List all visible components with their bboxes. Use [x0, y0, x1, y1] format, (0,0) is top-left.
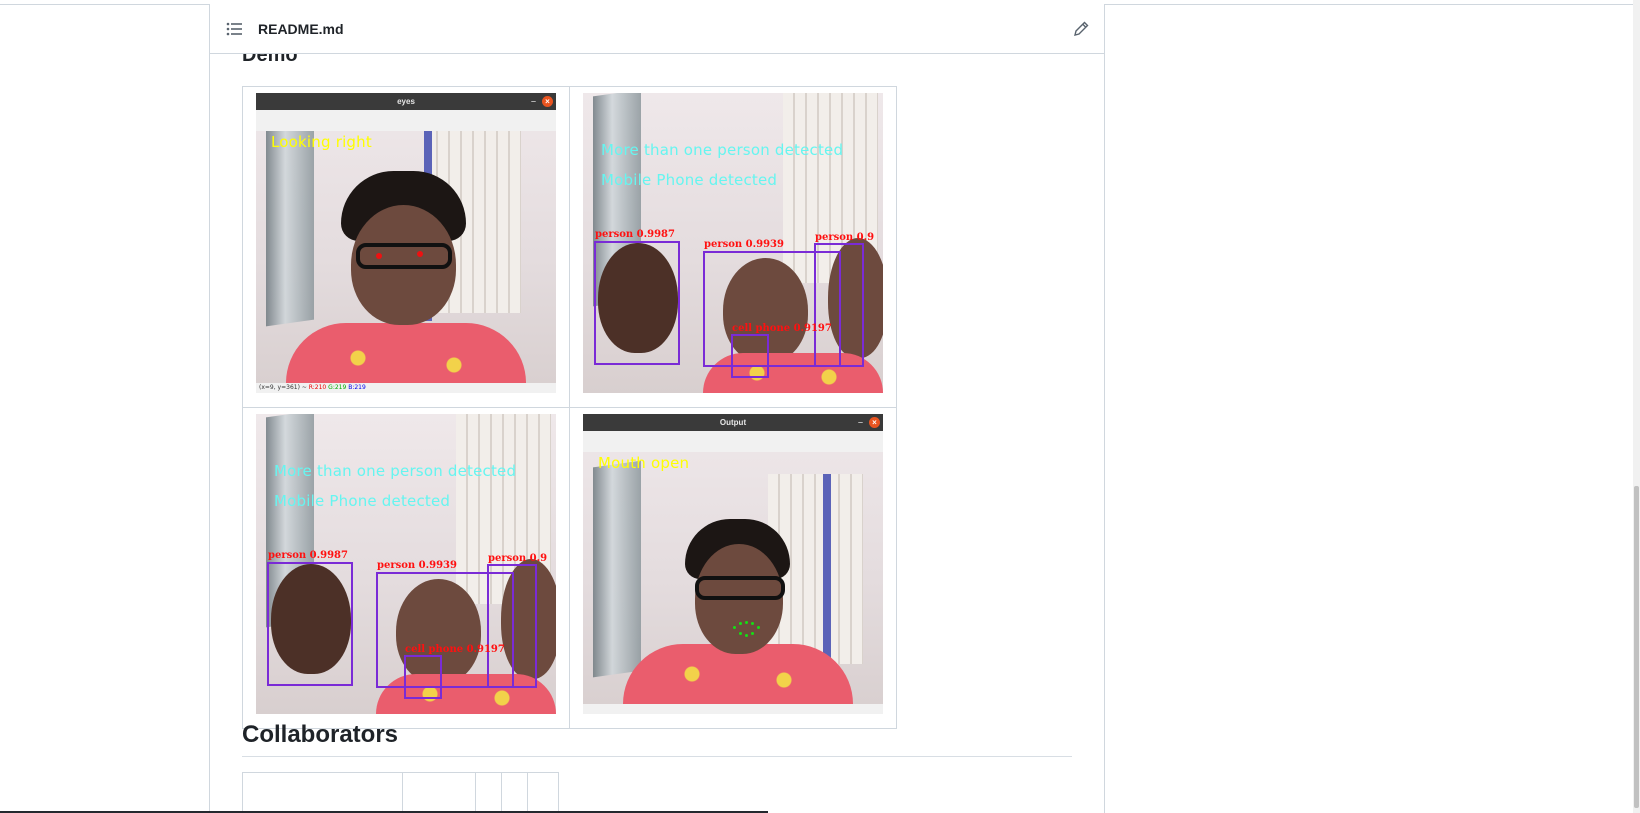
close-icon: ×	[542, 96, 553, 107]
demo-image-table: eyes – × Looking right (x=9, y=361) ~ R:…	[242, 86, 897, 729]
readme-header: README.md	[210, 4, 1104, 54]
demo-image-eyes[interactable]: eyes – × Looking right (x=9, y=361) ~ R:…	[256, 93, 556, 393]
eye-marker	[417, 251, 423, 257]
collaborators-heading: Collaborators	[242, 721, 399, 748]
detection-box	[731, 334, 769, 378]
detection-label: person 0.9939	[704, 239, 784, 250]
lip-landmark	[733, 626, 736, 629]
window-toolbar	[256, 110, 556, 131]
overlay-text: More than one person detected	[601, 141, 844, 159]
demo-image-detection-1[interactable]: More than one person detected Mobile Pho…	[583, 93, 883, 393]
pencil-icon[interactable]	[1072, 20, 1090, 38]
scrollbar-thumb[interactable]	[1634, 486, 1639, 808]
readme-panel: README.md Demo eyes – × Looking right (x…	[209, 4, 1105, 813]
demo-cell: eyes – × Looking right (x=9, y=361) ~ R:…	[242, 86, 570, 408]
demo-image-output[interactable]: Output – × Mouth open	[583, 414, 883, 714]
page-scrollbar[interactable]	[1633, 0, 1640, 813]
window-titlebar: Output – ×	[583, 414, 883, 431]
list-icon[interactable]	[226, 22, 244, 36]
window-title: Output	[719, 418, 747, 427]
lip-landmark	[739, 622, 742, 625]
overlay-text: Mobile Phone detected	[601, 171, 778, 189]
demo-cell: Output – × Mouth open	[569, 407, 897, 729]
window-statusbar: (x=9, y=361) ~ R:210 G:219 B:219	[256, 383, 556, 393]
detection-box	[594, 241, 680, 365]
overlay-text: More than one person detected	[274, 462, 517, 480]
detection-label: person 0.9	[488, 553, 548, 564]
eye-marker	[376, 253, 382, 259]
detection-box	[404, 655, 442, 699]
lip-landmark	[751, 622, 754, 625]
readme-filename: README.md	[258, 21, 344, 37]
window-toolbar	[583, 431, 883, 452]
detection-label: cell phone 0.9197	[405, 644, 505, 655]
detection-label: cell phone 0.9197	[732, 323, 832, 334]
window-titlebar: eyes – ×	[256, 93, 556, 110]
minimize-icon: –	[530, 96, 536, 106]
window-title: eyes	[397, 97, 415, 106]
glasses	[356, 243, 452, 269]
close-icon: ×	[869, 417, 880, 428]
overlay-text: Mouth open	[598, 454, 690, 472]
detection-label: person 0.9	[815, 232, 875, 243]
detection-label: person 0.9987	[268, 550, 348, 561]
demo-image-detection-2[interactable]: More than one person detected Mobile Pho…	[256, 414, 556, 714]
demo-cell: More than one person detected Mobile Pho…	[242, 407, 570, 729]
lip-landmark	[757, 626, 760, 629]
detection-label: person 0.9939	[377, 560, 457, 571]
demo-cell: More than one person detected Mobile Pho…	[569, 86, 897, 408]
minimize-icon: –	[857, 417, 863, 427]
overlay-text: Looking right	[271, 133, 372, 151]
detection-box	[814, 243, 864, 367]
lip-landmark	[745, 634, 748, 637]
overlay-text: Mobile Phone detected	[274, 492, 451, 510]
lip-landmark	[745, 621, 748, 624]
heading-divider	[242, 756, 1072, 757]
collaborators-table	[242, 772, 559, 813]
lip-landmark	[751, 632, 754, 635]
lip-landmark	[739, 632, 742, 635]
detection-box	[487, 564, 537, 688]
detection-label: person 0.9987	[595, 229, 675, 240]
detection-box	[267, 562, 353, 686]
